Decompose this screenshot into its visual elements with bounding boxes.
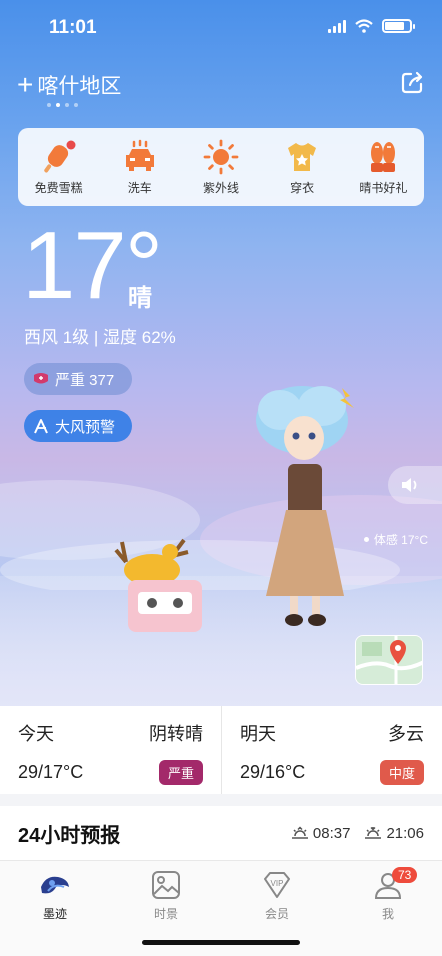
photo-icon	[152, 871, 180, 899]
moji-logo-icon	[41, 876, 69, 894]
sunrise-icon	[291, 826, 308, 839]
warning-label: 大风预警	[55, 418, 116, 436]
deer-radio-illustration[interactable]	[112, 532, 210, 638]
tomorrow-condition: 多云	[388, 724, 424, 744]
tab-moji[interactable]: 墨迹	[15, 869, 95, 922]
today-aqi-badge: 严重	[158, 760, 203, 785]
battery-icon	[382, 19, 415, 33]
tab-vip[interactable]: VIP 会员	[237, 869, 317, 922]
quick-item-popsicle[interactable]: 免费雪糕	[20, 139, 98, 196]
tomorrow-summary[interactable]: 明天 多云 29/16°C 中度	[221, 706, 442, 794]
today-temps: 29/17°C	[18, 762, 84, 782]
vip-icon: VIP	[264, 872, 290, 898]
quick-item-label: 洗车	[127, 180, 152, 195]
car-wash-icon	[125, 139, 154, 171]
quick-item-car-wash[interactable]: 洗车	[101, 139, 179, 196]
sun-times: 08:37 21:06	[291, 825, 424, 842]
wind-warning-pill[interactable]: 大风预警	[24, 410, 132, 442]
current-condition: 晴	[128, 285, 152, 312]
add-city-icon[interactable]: +	[17, 71, 33, 99]
wind-humidity: 西风 1级 | 湿度 62%	[24, 328, 176, 347]
sunset-time: 21:06	[386, 824, 424, 842]
status-time: 11:01	[49, 17, 97, 38]
character-illustration[interactable]	[250, 382, 360, 634]
tomorrow-temps: 29/16°C	[240, 762, 306, 782]
sunrise-time: 08:37	[312, 824, 351, 842]
signal-icon	[328, 19, 346, 33]
status-icons	[328, 19, 415, 33]
feels-like: 体感 17°C	[364, 531, 428, 548]
sunset-icon	[365, 826, 382, 839]
tomorrow-aqi-badge: 中度	[379, 760, 424, 785]
sun-icon	[203, 139, 239, 174]
quick-item-label: 穿衣	[290, 180, 315, 195]
tab-label: 时景	[153, 907, 178, 921]
location-header[interactable]: + 喀什地区	[17, 70, 121, 100]
notification-badge: 73	[392, 867, 418, 883]
location-name[interactable]: 喀什地区	[37, 70, 121, 100]
popsicle-icon	[43, 140, 76, 172]
shirt-icon	[288, 142, 317, 171]
tab-photos[interactable]: 时景	[126, 869, 206, 922]
status-bar: 11:01	[0, 0, 442, 54]
wifi-icon	[355, 19, 373, 33]
today-label: 今天	[18, 724, 54, 744]
tomorrow-label: 明天	[240, 724, 276, 744]
quick-item-gift[interactable]: 晴书好礼	[344, 139, 422, 196]
wind-warning-icon	[34, 419, 48, 434]
tab-label: 会员	[264, 907, 289, 921]
speaker-icon	[402, 478, 417, 492]
map-pin-icon	[356, 636, 422, 684]
page-indicator	[47, 103, 78, 107]
home-indicator	[142, 940, 300, 945]
quick-item-label: 免费雪糕	[34, 180, 83, 195]
hourly-forecast-header[interactable]: 24小时预报 08:37 21:06	[0, 806, 442, 860]
tab-me[interactable]: 73 我	[348, 867, 428, 922]
weather-hero: 11:01 + 喀什地区 免费雪糕 洗车 紫外线 穿衣 晴书好礼 17° 晴 西…	[0, 0, 442, 706]
aqi-pill[interactable]: 严重 377	[24, 363, 132, 395]
mask-icon	[34, 373, 48, 384]
quick-item-clothing[interactable]: 穿衣	[263, 139, 341, 196]
svg-text:VIP: VIP	[271, 879, 284, 888]
voice-broadcast-button[interactable]	[388, 466, 442, 504]
aqi-value: 严重 377	[55, 371, 115, 389]
today-summary[interactable]: 今天 阴转晴 29/17°C 严重	[0, 706, 221, 794]
hourly-forecast-title: 24小时预报	[18, 824, 121, 847]
today-condition: 阴转晴	[149, 724, 203, 744]
map-button[interactable]	[355, 635, 423, 685]
share-icon[interactable]	[400, 70, 425, 95]
tab-label: 我	[381, 907, 394, 921]
tab-label: 墨迹	[42, 907, 67, 921]
quick-item-label: 晴书好礼	[359, 180, 408, 195]
quick-services-bar: 免费雪糕 洗车 紫外线 穿衣 晴书好礼	[18, 128, 424, 206]
daily-summary: 今天 阴转晴 29/17°C 严重 明天 多云 29/16°C 中度	[0, 706, 442, 794]
quick-item-uv[interactable]: 紫外线	[182, 139, 260, 196]
quick-item-label: 紫外线	[202, 180, 239, 195]
gift-icon	[371, 141, 396, 172]
